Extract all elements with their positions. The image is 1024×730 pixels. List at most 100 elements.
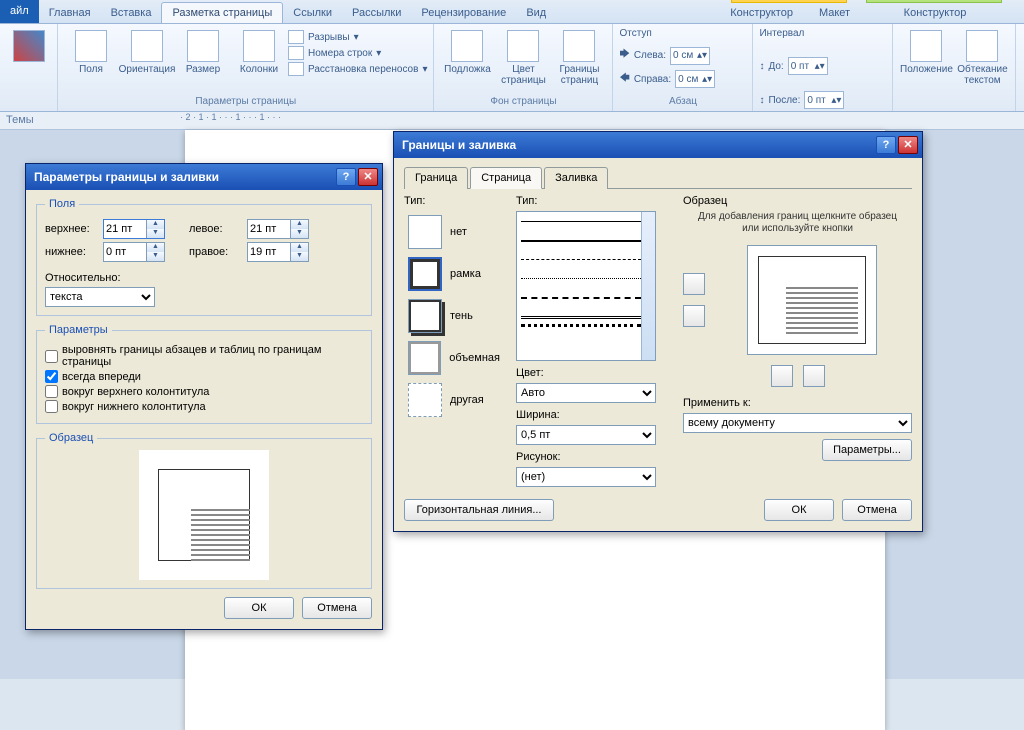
orientation-button[interactable]: Ориентация	[120, 26, 174, 75]
type-3d[interactable]: объемная	[404, 337, 504, 379]
tab-references[interactable]: Ссылки	[283, 3, 342, 23]
type-none[interactable]: нет	[404, 211, 504, 253]
watermark-button[interactable]: Подложка	[440, 26, 494, 75]
help-button-2[interactable]: ?	[876, 136, 896, 154]
ok-button[interactable]: ОК	[224, 597, 294, 619]
edge-bottom-button[interactable]	[683, 305, 705, 327]
help-button[interactable]: ?	[336, 168, 356, 186]
relative-to-combo[interactable]: текста	[45, 287, 155, 307]
options-fieldset: Параметры выровнять границы абзацев и та…	[36, 324, 372, 424]
chk-footer[interactable]: вокруг нижнего колонтитула	[45, 400, 363, 413]
art-combo[interactable]: (нет)	[516, 467, 656, 487]
chk-header[interactable]: вокруг верхнего колонтитула	[45, 385, 363, 398]
tab-constructor[interactable]: Конструктор	[720, 3, 803, 23]
border-options-title: Параметры границы и заливки	[34, 170, 219, 184]
spacing-before-spin[interactable]: 0 пт▴▾	[788, 57, 828, 75]
margins-fieldset: Поля верхнее: ▲▼ левое: ▲▼ нижнее: ▲▼ пр…	[36, 198, 372, 316]
breaks-menu[interactable]: Разрывы ▾	[288, 30, 427, 44]
top-spin[interactable]: ▲▼	[103, 219, 165, 239]
style-label: Тип:	[516, 195, 671, 207]
apply-combo[interactable]: всему документу	[683, 413, 912, 433]
tab-insert[interactable]: Вставка	[101, 3, 162, 23]
left-label: левое:	[189, 223, 241, 235]
tab-mailings[interactable]: Рассылки	[342, 3, 411, 23]
borders-shading-dialog: Границы и заливка ? ✕ Граница Страница З…	[393, 131, 923, 532]
chk-front[interactable]: всегда впереди	[45, 370, 363, 383]
width-combo[interactable]: 0,5 пт	[516, 425, 656, 445]
page-setup-group-label: Параметры страницы	[64, 94, 427, 109]
border-options-titlebar[interactable]: Параметры границы и заливки ? ✕	[26, 164, 382, 190]
type-box[interactable]: рамка	[404, 253, 504, 295]
preview-hint: Для добавления границ щелкните образец и…	[683, 211, 912, 235]
params-button[interactable]: Параметры...	[822, 439, 912, 461]
border-options-dialog: Параметры границы и заливки ? ✕ Поля вер…	[25, 163, 383, 630]
tab-file[interactable]: айл	[0, 0, 39, 23]
style-list[interactable]	[516, 211, 656, 361]
type-shadow[interactable]: тень	[404, 295, 504, 337]
ruler: · 2 · 1 · 1 · · · 1 · · · 1 · · ·	[0, 112, 1024, 130]
spacing-label: Интервал	[759, 26, 886, 41]
type-custom[interactable]: другая	[404, 379, 504, 421]
edge-right-button[interactable]	[803, 365, 825, 387]
preview-legend: Образец	[45, 432, 97, 444]
dialog-tabs: Граница Страница Заливка	[404, 166, 912, 189]
left-spin[interactable]: ▲▼	[247, 219, 309, 239]
hyphenation-menu[interactable]: Расстановка переносов ▾	[288, 62, 427, 76]
relative-to-label: Относительно:	[45, 272, 121, 284]
art-label: Рисунок:	[516, 451, 671, 463]
size-button[interactable]: Размер	[176, 26, 230, 75]
tab-page-layout[interactable]: Разметка страницы	[161, 2, 283, 23]
top-label: верхнее:	[45, 223, 97, 235]
tab-shading[interactable]: Заливка	[544, 167, 608, 189]
options-legend: Параметры	[45, 324, 112, 336]
close-button[interactable]: ✕	[358, 168, 378, 186]
tab-border[interactable]: Граница	[404, 167, 468, 189]
columns-button[interactable]: Колонки	[232, 26, 286, 75]
tab-layout2[interactable]: Макет	[809, 3, 860, 23]
close-button-2[interactable]: ✕	[898, 136, 918, 154]
themes-button[interactable]	[6, 26, 51, 62]
margins-button[interactable]: Поля	[64, 26, 118, 75]
border-preview[interactable]	[747, 245, 877, 355]
page-bg-group-label: Фон страницы	[440, 94, 606, 109]
ribbon-tabs: айл Главная Вставка Разметка страницы Сс…	[0, 0, 1024, 24]
position-button[interactable]: Положение	[899, 26, 953, 75]
cancel-button[interactable]: Отмена	[302, 597, 372, 619]
spacing-after-spin[interactable]: 0 пт▴▾	[804, 91, 844, 109]
cancel-button-2[interactable]: Отмена	[842, 499, 912, 521]
chk-align[interactable]: выровнять границы абзацев и таблиц по гр…	[45, 344, 363, 368]
borders-shading-titlebar[interactable]: Границы и заливка ? ✕	[394, 132, 922, 158]
right-label: правое:	[189, 246, 241, 258]
paragraph-group-label: Абзац	[619, 94, 746, 109]
tab-home[interactable]: Главная	[39, 3, 101, 23]
edge-top-button[interactable]	[683, 273, 705, 295]
page-borders-button[interactable]: Границы страниц	[552, 26, 606, 86]
ok-button-2[interactable]: ОК	[764, 499, 834, 521]
indent-left-row: 🡆Слева:0 см▴▾	[619, 47, 746, 65]
edge-left-button[interactable]	[771, 365, 793, 387]
ribbon: Поля Ориентация Размер Колонки Разрывы ▾…	[0, 24, 1024, 112]
preview-label: Образец	[683, 195, 912, 207]
style-scrollbar[interactable]	[641, 212, 655, 360]
tab-review[interactable]: Рецензирование	[411, 3, 516, 23]
margins-legend: Поля	[45, 198, 79, 210]
themes-group-label: Темы	[6, 114, 34, 126]
apply-label: Применить к:	[683, 397, 912, 409]
right-spin[interactable]: ▲▼	[247, 242, 309, 262]
tab-page-border[interactable]: Страница	[470, 167, 542, 189]
tab-constructor2[interactable]: Конструктор	[894, 3, 977, 23]
bottom-spin[interactable]: ▲▼	[103, 242, 165, 262]
indent-left-spin[interactable]: 0 см▴▾	[670, 47, 710, 65]
indent-right-spin[interactable]: 0 см▴▾	[675, 70, 715, 88]
wrap-button[interactable]: Обтекание текстом	[955, 26, 1009, 86]
page-color-button[interactable]: Цвет страницы	[496, 26, 550, 86]
indent-right-row: 🡄Справа:0 см▴▾	[619, 70, 746, 88]
horizontal-line-button[interactable]: Горизонтальная линия...	[404, 499, 554, 521]
tab-view[interactable]: Вид	[516, 3, 556, 23]
preview-image	[139, 450, 269, 580]
line-numbers-menu[interactable]: Номера строк ▾	[288, 46, 427, 60]
color-label: Цвет:	[516, 367, 671, 379]
indent-label: Отступ	[619, 26, 746, 41]
color-combo[interactable]: Авто	[516, 383, 656, 403]
preview-fieldset: Образец	[36, 432, 372, 589]
